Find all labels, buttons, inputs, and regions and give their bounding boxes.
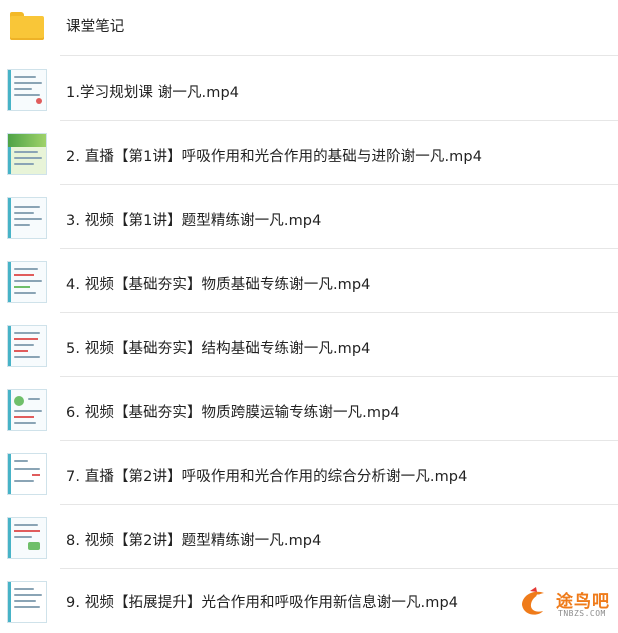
- video-thumbnail: [7, 197, 47, 239]
- video-thumbnail: [7, 453, 47, 495]
- video-thumbnail: [7, 325, 47, 367]
- file-name: 4. 视频【基础夯实】物质基础专练谢一凡.mp4: [66, 277, 371, 293]
- bird-logo-icon: [522, 587, 544, 615]
- file-name: 5. 视频【基础夯实】结构基础专练谢一凡.mp4: [66, 341, 371, 357]
- video-thumbnail: [7, 261, 47, 303]
- file-name: 8. 视频【第2讲】题型精练谢一凡.mp4: [66, 533, 322, 549]
- list-item[interactable]: 8. 视频【第2讲】题型精练谢一凡.mp4: [0, 505, 618, 569]
- video-thumbnail: [7, 133, 47, 175]
- list-item[interactable]: 3. 视频【第1讲】题型精练谢一凡.mp4: [0, 185, 618, 249]
- file-name: 3. 视频【第1讲】题型精练谢一凡.mp4: [66, 213, 322, 229]
- folder-icon: [10, 10, 44, 40]
- file-name: 7. 直播【第2讲】呼吸作用和光合作用的综合分析谢一凡.mp4: [66, 469, 468, 485]
- list-item-folder[interactable]: 课堂笔记: [0, 0, 618, 56]
- list-item[interactable]: 6. 视频【基础夯实】物质跨膜运输专练谢一凡.mp4: [0, 377, 618, 441]
- file-name: 6. 视频【基础夯实】物质跨膜运输专练谢一凡.mp4: [66, 405, 400, 421]
- file-name: 2. 直播【第1讲】呼吸作用和光合作用的基础与进阶谢一凡.mp4: [66, 149, 483, 165]
- video-thumbnail: [7, 581, 47, 623]
- video-thumbnail: [7, 517, 47, 559]
- watermark-subtext: TNBZS.COM: [558, 609, 606, 618]
- list-item[interactable]: 4. 视频【基础夯实】物质基础专练谢一凡.mp4: [0, 249, 618, 313]
- watermark: 途鸟吧 TNBZS.COM: [514, 583, 618, 624]
- list-item[interactable]: 2. 直播【第1讲】呼吸作用和光合作用的基础与进阶谢一凡.mp4: [0, 121, 618, 185]
- list-item[interactable]: 7. 直播【第2讲】呼吸作用和光合作用的综合分析谢一凡.mp4: [0, 441, 618, 505]
- file-name: 9. 视频【拓展提升】光合作用和呼吸作用新信息谢一凡.mp4: [66, 595, 459, 611]
- list-item[interactable]: 5. 视频【基础夯实】结构基础专练谢一凡.mp4: [0, 313, 618, 377]
- video-thumbnail: [7, 389, 47, 431]
- file-name: 1.学习规划课 谢一凡.mp4: [66, 85, 240, 101]
- video-thumbnail: [7, 69, 47, 111]
- file-name: 课堂笔记: [66, 19, 125, 35]
- list-item[interactable]: 1.学习规划课 谢一凡.mp4: [0, 57, 618, 121]
